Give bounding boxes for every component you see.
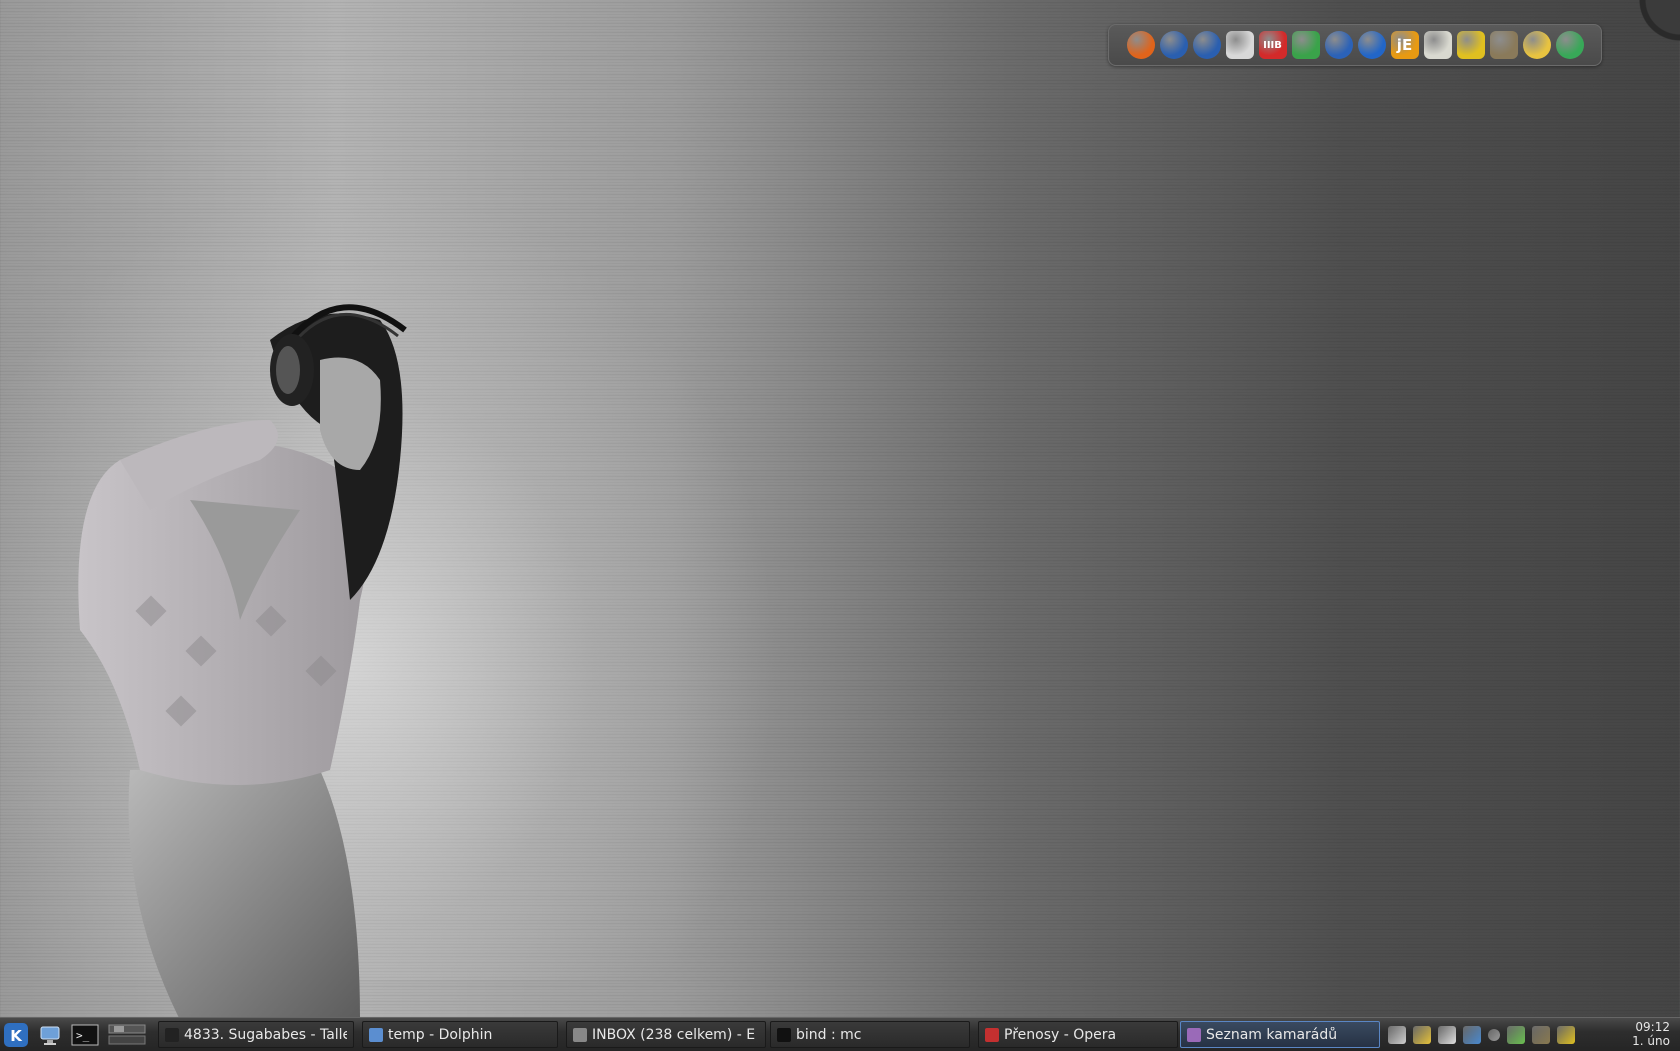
- clipboard-icon[interactable]: [1438, 1025, 1456, 1044]
- task-contact-list[interactable]: Seznam kamarádů: [1180, 1021, 1380, 1048]
- pager-icon: [108, 1024, 146, 1045]
- task-terminal-mc-icon: [777, 1027, 791, 1042]
- task-opera-transfers-icon: [985, 1027, 999, 1042]
- task-music-player[interactable]: 4833. Sugababes - Talle: [158, 1021, 354, 1048]
- task-label: temp - Dolphin: [388, 1026, 493, 1043]
- task-label: bind : mc: [796, 1026, 862, 1043]
- security-icon[interactable]: [1532, 1025, 1550, 1044]
- task-contact-list-icon: [1187, 1027, 1201, 1042]
- terminal-launcher-button[interactable]: >_: [70, 1021, 100, 1049]
- compass-icon[interactable]: [1522, 31, 1551, 59]
- task-label: 4833. Sugababes - Talle: [184, 1026, 347, 1043]
- system-tray: [1388, 1021, 1575, 1048]
- calendar-iiib-icon[interactable]: IIIB: [1258, 31, 1287, 59]
- opera-icon[interactable]: [1357, 31, 1386, 59]
- task-opera-transfers[interactable]: Přenosy - Opera: [978, 1021, 1178, 1048]
- task-music-player-icon: [165, 1027, 179, 1042]
- task-mail-inbox-icon: [573, 1027, 587, 1042]
- globe-network-2-icon[interactable]: [1192, 31, 1221, 59]
- quick-launch-dock: IIIB jE: [1108, 24, 1602, 66]
- task-dolphin[interactable]: temp - Dolphin: [362, 1021, 558, 1048]
- gimp-icon[interactable]: [1489, 31, 1518, 59]
- status-dot-icon[interactable]: [1488, 1028, 1500, 1041]
- svg-text:>_: >_: [76, 1029, 90, 1042]
- desktop-computer-icon: [40, 1026, 60, 1045]
- kde-menu-button[interactable]: K: [2, 1021, 30, 1049]
- clock-time: 09:12: [1635, 1020, 1670, 1034]
- music-player-icon[interactable]: [1555, 31, 1584, 59]
- office-suite-icon[interactable]: [1456, 31, 1485, 59]
- folder-icon[interactable]: [1413, 1025, 1431, 1044]
- java-editor-icon[interactable]: jE: [1390, 31, 1419, 59]
- bird-client-icon[interactable]: [1324, 31, 1353, 59]
- power-icon[interactable]: [1557, 1025, 1575, 1044]
- task-label: Seznam kamarádů: [1206, 1026, 1338, 1043]
- mail-envelope-icon[interactable]: [1225, 31, 1254, 59]
- clock[interactable]: 09:12 1. úno: [1610, 1020, 1670, 1048]
- desktop-corner-button[interactable]: [1628, 0, 1680, 48]
- show-desktop-button[interactable]: [36, 1021, 64, 1049]
- task-label: Přenosy - Opera: [1004, 1026, 1117, 1043]
- lightbulb-icon[interactable]: [1423, 31, 1452, 59]
- download-icon[interactable]: [1291, 31, 1320, 59]
- clock-date: 1. úno: [1632, 1034, 1670, 1048]
- task-dolphin-icon: [369, 1027, 383, 1042]
- terminal-icon: >_: [71, 1024, 99, 1046]
- task-mail-inbox[interactable]: INBOX (238 celkem) - E: [566, 1021, 766, 1048]
- globe-network-icon[interactable]: [1159, 31, 1188, 59]
- taskbar: K >_ 4833. Sugababes - Talle temp - Dolph…: [0, 1017, 1680, 1051]
- pager-button[interactable]: [108, 1021, 146, 1049]
- wallpaper-figure: [78, 304, 407, 1020]
- kde-logo-icon: K: [4, 1023, 28, 1047]
- firefox-icon[interactable]: [1126, 31, 1155, 59]
- volume-icon[interactable]: [1388, 1025, 1406, 1044]
- task-label: INBOX (238 celkem) - E: [592, 1026, 756, 1043]
- task-terminal-mc[interactable]: bind : mc: [770, 1021, 970, 1048]
- chat-status-icon[interactable]: [1507, 1025, 1525, 1044]
- svg-text:K: K: [10, 1027, 23, 1045]
- network-manager-icon[interactable]: [1463, 1025, 1481, 1044]
